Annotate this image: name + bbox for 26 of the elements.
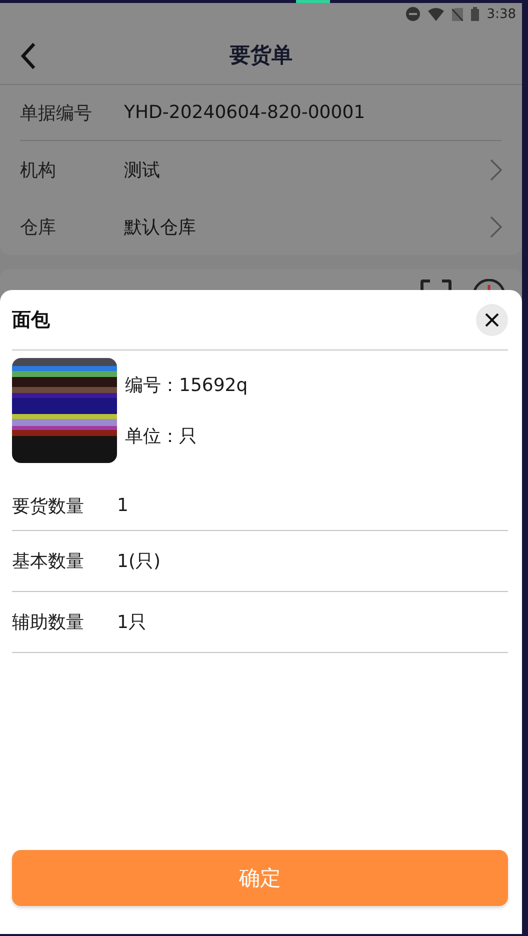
no-sim-icon bbox=[452, 8, 463, 20]
page-title: 要货单 bbox=[230, 42, 292, 68]
product-detail: 编号：15692q bbox=[125, 374, 248, 398]
chevron-right-icon bbox=[490, 216, 502, 238]
field-value[interactable]: 测试 bbox=[124, 158, 490, 182]
quantity-label: 要货数量 bbox=[12, 494, 85, 518]
sheet-title: 面包 bbox=[12, 308, 50, 332]
close-button[interactable] bbox=[476, 304, 508, 336]
do-not-disturb-icon bbox=[406, 7, 420, 21]
wifi-icon bbox=[428, 8, 444, 20]
status-time: 3:38 bbox=[486, 6, 516, 22]
screen-notch bbox=[296, 0, 330, 3]
field-label: 仓库 bbox=[20, 216, 57, 238]
close-icon bbox=[485, 312, 499, 326]
chevron-right-icon bbox=[490, 158, 502, 180]
quantity-label: 基本数量 bbox=[12, 550, 85, 573]
quantity-value: 1只 bbox=[117, 611, 146, 634]
quantity-label: 辅助数量 bbox=[12, 611, 85, 634]
field-value[interactable]: 默认仓库 bbox=[124, 214, 490, 238]
field-label: 机构 bbox=[20, 158, 57, 182]
battery-icon bbox=[470, 7, 479, 21]
product-detail: 单位：只 bbox=[125, 424, 198, 448]
quantity-value: 1(只) bbox=[117, 550, 160, 573]
field-value: YHD-20240604-820-00001 bbox=[124, 102, 366, 123]
quantity-value: 1 bbox=[117, 495, 128, 516]
field-label: 单据编号 bbox=[20, 102, 93, 124]
